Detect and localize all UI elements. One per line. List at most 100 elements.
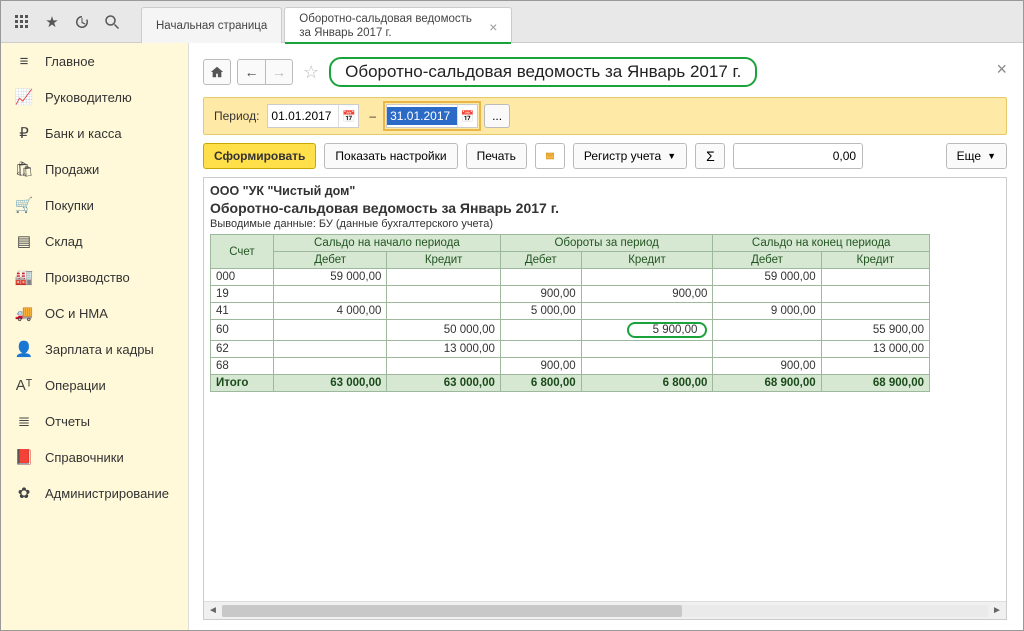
cell-total-value: 63 000,00: [387, 375, 501, 392]
sidebar-item-10[interactable]: ≣Отчеты: [1, 403, 188, 439]
cell-value: [273, 320, 387, 341]
sidebar-item-3[interactable]: 🛍Продажи: [1, 151, 188, 187]
scroll-thumb[interactable]: [222, 605, 682, 617]
cell-value: [821, 286, 929, 303]
close-icon[interactable]: ×: [996, 59, 1007, 80]
cell-value: [581, 269, 713, 286]
date-to-input[interactable]: [387, 107, 457, 125]
sidebar-item-1[interactable]: 📈Руководителю: [1, 79, 188, 115]
cell-value: 50 000,00: [387, 320, 501, 341]
sidebar-item-label: Зарплата и кадры: [45, 342, 154, 357]
history-icon[interactable]: [69, 9, 95, 35]
col-debit: Дебет: [273, 252, 387, 269]
sidebar-item-12[interactable]: ✿Администрирование: [1, 475, 188, 511]
cell-value: [581, 358, 713, 375]
table-row[interactable]: 19900,00900,00: [211, 286, 930, 303]
operations-icon: Aᵀ: [15, 376, 33, 394]
sidebar-item-11[interactable]: 📕Справочники: [1, 439, 188, 475]
sidebar-item-5[interactable]: ▤ Склад: [1, 223, 188, 259]
sidebar-item-label: Продажи: [45, 162, 99, 177]
registry-button[interactable]: Регистр учета▼: [573, 143, 687, 169]
action-bar: Сформировать Показать настройки Печать Р…: [203, 143, 1007, 169]
sidebar-item-label: Склад: [45, 234, 83, 249]
cell-value: [500, 341, 581, 358]
cell-total-value: 68 900,00: [713, 375, 821, 392]
truck-icon: 🚚: [15, 304, 33, 322]
calendar-icon[interactable]: 📅: [457, 105, 477, 127]
warehouse-icon: ▤: [15, 232, 33, 250]
cell-value: [387, 286, 501, 303]
home-button[interactable]: [203, 59, 231, 85]
cell-value: [821, 358, 929, 375]
report-title: Оборотно-сальдовая ведомость за Январь 2…: [210, 200, 1000, 216]
cell-value: [387, 303, 501, 320]
factory-icon: 🏭: [15, 268, 33, 286]
scroll-track[interactable]: [222, 605, 988, 617]
tab-home[interactable]: Начальная страница: [141, 7, 282, 43]
scroll-right-icon[interactable]: ►: [988, 603, 1006, 619]
cell-account: 68: [211, 358, 274, 375]
sidebar-item-0[interactable]: ≡Главное: [1, 43, 188, 79]
cell-value: [713, 341, 821, 358]
cell-account: 62: [211, 341, 274, 358]
cell-value: 900,00: [500, 358, 581, 375]
registry-label: Регистр учета: [584, 149, 661, 163]
cell-account: 19: [211, 286, 274, 303]
sidebar: ≡Главное📈Руководителю₽Банк и касса🛍Прода…: [1, 43, 189, 630]
cell-value: 5 000,00: [500, 303, 581, 320]
cell-value: 4 000,00: [273, 303, 387, 320]
org-name: ООО "УК "Чистый дом": [210, 184, 1000, 198]
period-label: Период:: [214, 109, 259, 123]
sidebar-item-6[interactable]: 🏭Производство: [1, 259, 188, 295]
favorite-star-icon[interactable]: ☆: [303, 62, 319, 83]
date-from-input[interactable]: [268, 107, 338, 125]
report-body[interactable]: ООО "УК "Чистый дом" Оборотно-сальдовая …: [204, 178, 1006, 601]
tab-label: Оборотно-сальдовая ведомость за Январь 2…: [299, 13, 479, 41]
table-row[interactable]: 414 000,005 000,009 000,00: [211, 303, 930, 320]
date-to-field[interactable]: 📅: [386, 104, 478, 128]
forward-button[interactable]: →: [265, 59, 293, 85]
tab-report[interactable]: Оборотно-сальдовая ведомость за Январь 2…: [284, 7, 512, 43]
apps-icon[interactable]: [9, 9, 35, 35]
cell-account: 000: [211, 269, 274, 286]
sidebar-item-8[interactable]: 👤Зарплата и кадры: [1, 331, 188, 367]
search-icon[interactable]: [99, 9, 125, 35]
sum-input[interactable]: [733, 143, 863, 169]
form-button[interactable]: Сформировать: [203, 143, 316, 169]
scroll-left-icon[interactable]: ◄: [204, 603, 222, 619]
table-row-total: Итого63 000,0063 000,006 800,006 800,006…: [211, 375, 930, 392]
calendar-icon[interactable]: 📅: [338, 105, 358, 127]
sidebar-item-4[interactable]: 🛒Покупки: [1, 187, 188, 223]
tab-bar: Начальная страница Оборотно-сальдовая ве…: [141, 1, 514, 43]
sidebar-item-7[interactable]: 🚚ОС и НМА: [1, 295, 188, 331]
star-icon[interactable]: ★: [39, 9, 65, 35]
table-row[interactable]: 6213 000,0013 000,00: [211, 341, 930, 358]
cell-value: [273, 358, 387, 375]
show-settings-button[interactable]: Показать настройки: [324, 143, 457, 169]
cell-value: [273, 286, 387, 303]
back-button[interactable]: ←: [237, 59, 265, 85]
cell-total-value: 63 000,00: [273, 375, 387, 392]
table-row[interactable]: 00059 000,0059 000,00: [211, 269, 930, 286]
cell-value: [387, 269, 501, 286]
period-ellipsis-button[interactable]: ...: [484, 104, 510, 128]
print-button[interactable]: Печать: [466, 143, 527, 169]
horizontal-scrollbar[interactable]: ◄ ►: [204, 601, 1006, 619]
table-row[interactable]: 68900,00900,00: [211, 358, 930, 375]
table-row[interactable]: 6050 000,005 900,0055 900,00: [211, 320, 930, 341]
content-header: ← → ☆ Оборотно-сальдовая ведомость за Ян…: [203, 57, 1007, 87]
cell-value: [387, 358, 501, 375]
mail-button[interactable]: [535, 143, 565, 169]
sidebar-item-9[interactable]: AᵀОперации: [1, 367, 188, 403]
cell-value: [581, 341, 713, 358]
more-button[interactable]: Еще▼: [946, 143, 1007, 169]
sidebar-item-2[interactable]: ₽Банк и касса: [1, 115, 188, 151]
date-from-field[interactable]: 📅: [267, 104, 359, 128]
sidebar-item-label: Справочники: [45, 450, 124, 465]
close-icon[interactable]: ×: [489, 20, 497, 34]
cart-icon: 🛒: [15, 196, 33, 214]
tab-label: Начальная страница: [156, 20, 267, 34]
sidebar-item-label: Руководителю: [45, 90, 132, 105]
nav-buttons: ← →: [237, 59, 293, 85]
sigma-button[interactable]: Σ: [695, 143, 725, 169]
